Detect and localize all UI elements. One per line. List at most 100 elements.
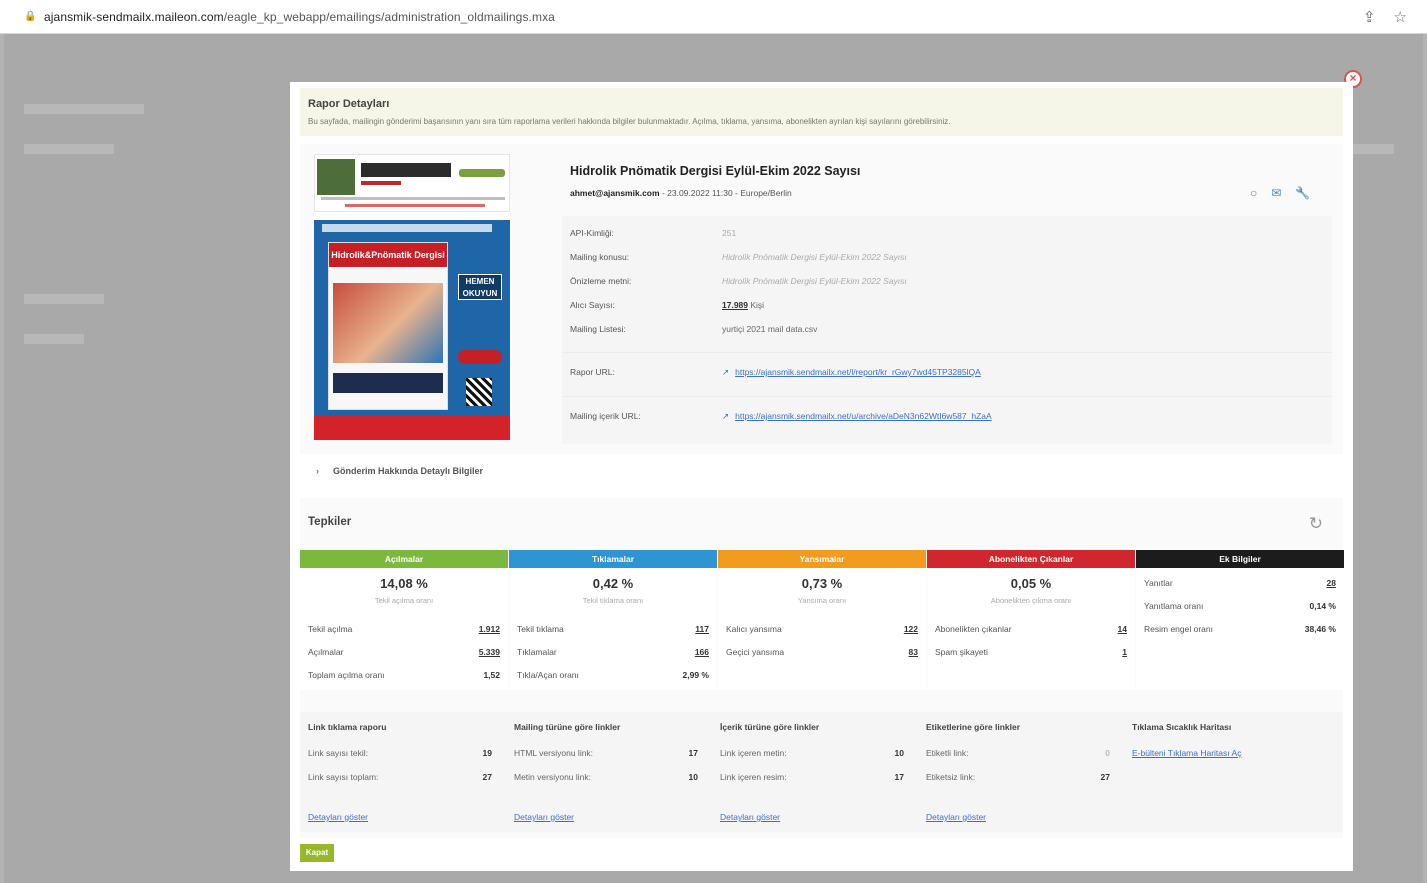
wrench-icon[interactable]: 🔧 (1295, 186, 1310, 200)
stat-row: Tekil açılma 1.912 (308, 624, 500, 634)
show-details-link[interactable]: Detayları göster (308, 812, 368, 822)
clicks-column: Tıklamalar 0,42 % Tekil tıklama oranı Te… (509, 550, 717, 690)
stat-value: 2,99 % (682, 670, 709, 680)
ghost-row (24, 334, 84, 344)
stat-value-link[interactable]: 1 (1122, 647, 1127, 657)
ghost-row (24, 104, 144, 114)
stat-label: Tıkla/Açan oranı (517, 670, 579, 680)
stat-label: Toplam açılma oranı (308, 670, 385, 680)
subreport-value: 17 (688, 748, 698, 758)
stat-row: Tekil tıklama 117 (517, 624, 709, 634)
magazine-cover: Hidrolik&Pnömatik Dergisi HEMEN OKUYUN (314, 220, 510, 440)
api-value: 251 (722, 228, 737, 238)
thumbnail-footer (314, 416, 510, 440)
subject-label: Mailing konusu: (570, 252, 630, 262)
report-url-link[interactable]: https://ajansmik.sendmailx.net/l/report/… (735, 367, 981, 377)
list-value: yurtiçi 2021 mail data.csv (722, 324, 818, 334)
show-details-link[interactable]: Detayları göster (514, 812, 574, 822)
stat-row: Resim engel oranı 38,46 % (1144, 624, 1336, 634)
show-details-link[interactable]: Detayları göster (926, 812, 986, 822)
stat-value-link[interactable]: 14 (1118, 624, 1127, 634)
content-url-link[interactable]: https://ajansmik.sendmailx.net/u/archive… (735, 411, 992, 421)
refresh-icon[interactable]: ↻ (1309, 514, 1323, 534)
link-click-report: Link tıklama raporu Link sayısı tekil: 19… (300, 712, 506, 832)
stat-row: Spam şikayeti 1 (935, 647, 1127, 657)
read-now-badge: HEMEN OKUYUN (458, 274, 502, 300)
stat-value-link[interactable]: 83 (909, 647, 918, 657)
subreport-title: Etiketlerine göre linkler (926, 722, 1021, 732)
magazine-title: Hidrolik&Pnömatik Dergisi (329, 243, 447, 267)
reactions-title: Tepkiler (308, 516, 352, 528)
chevron-right-icon: › (316, 466, 319, 476)
subreport-label: Link içeren metin: (720, 748, 787, 758)
detailed-info-toggle[interactable]: › Gönderim Hakkında Detaylı Bilgiler (316, 466, 483, 476)
share-icon[interactable]: ⇪ (1363, 8, 1376, 26)
stat-value: 1,52 (483, 670, 500, 680)
ghost-row (24, 294, 104, 304)
subreport-title: Mailing türüne göre linkler (514, 722, 621, 732)
thumbnail-figure (317, 159, 355, 195)
show-details-link[interactable]: Detayları göster (720, 812, 780, 822)
stat-value-link[interactable]: 122 (904, 624, 918, 634)
bounces-header: Yansımalar (718, 550, 926, 568)
thumbnail-line (361, 163, 451, 177)
stat-value-link[interactable]: 117 (695, 624, 709, 634)
envelope-icon[interactable]: ✉ (1271, 186, 1281, 200)
click-heatmap-box: Tıklama Sıcaklık Haritası E-bülteni Tıkl… (1124, 712, 1343, 832)
subreport-value: 19 (482, 748, 492, 758)
stat-label: Abonelikten çıkanlar (935, 624, 1012, 634)
recipients-label: Alıcı Sayısı: (570, 300, 615, 310)
subreport-title: İçerik türüne göre linkler (720, 722, 820, 732)
links-by-mailing-type: Mailing türüne göre linkler HTML versiyo… (506, 712, 712, 832)
api-label: API-Kimliği: (570, 228, 614, 238)
url-path: /eagle_kp_webapp/emailings/administratio… (223, 9, 555, 24)
subreport-label: Link sayısı toplam: (308, 772, 379, 782)
stat-label: Resim engel oranı (1144, 624, 1213, 634)
subreport-value: 27 (1100, 772, 1110, 782)
cover-header (322, 224, 492, 232)
stat-value-link[interactable]: 1.912 (479, 624, 500, 634)
clicks-rate-label: Tekil tıklama oranı (582, 596, 644, 605)
intro-text: Bu sayfada, mailingin gönderimi başarısı… (308, 117, 951, 126)
subreport-row: Link sayısı toplam: 27 (308, 772, 492, 782)
cover-badge (458, 350, 502, 364)
opens-column: Açılmalar 14,08 % Tekil açılma oranı Tek… (300, 550, 508, 690)
page-title: Rapor Detayları (308, 98, 390, 110)
mailing-properties: API-Kimliği: 251 Mailing konusu: Hidroli… (562, 216, 1332, 444)
unsubscribes-rate-label: Abonelikten çıkma oranı (990, 596, 1072, 605)
subreport-label: Metin versiyonu link: (514, 772, 592, 782)
url-field[interactable]: ajansmik-sendmailx.maileon.com/eagle_kp_… (44, 10, 555, 24)
lock-icon: 🔒 (24, 10, 37, 22)
subreport-label: Link içeren resim: (720, 772, 787, 782)
recipients-unit: Kişi (750, 300, 765, 310)
info-circle-icon[interactable]: ○ (1250, 186, 1257, 200)
thumbnail-line (345, 204, 485, 207)
stat-label: Yanıtlama oranı (1144, 601, 1204, 611)
opens-header: Açılmalar (300, 550, 508, 568)
reactions-panel: Tepkiler ↻ Açılmalar 14,08 % Tekil açılm… (300, 498, 1344, 838)
report-url-label: Rapor URL: (570, 367, 615, 377)
stat-row: Açılmalar 5.339 (308, 647, 500, 657)
subreport-label: Etiketli link: (926, 748, 969, 758)
thumbnail-header (314, 154, 510, 212)
subreport-label: Link sayısı tekil: (308, 748, 368, 758)
subreport-value: 0 (1105, 748, 1110, 758)
stat-value-link[interactable]: 28 (1327, 578, 1336, 588)
stat-label: Yanıtlar (1144, 578, 1173, 588)
opens-rate: 14,08 % (380, 576, 428, 591)
magazine-image (333, 283, 443, 363)
subreport-value: 10 (894, 748, 904, 758)
stat-label: Tekil tıklama (517, 624, 564, 634)
recipients-count-link[interactable]: 17.989 (722, 300, 748, 310)
bookmark-star-icon[interactable]: ☆ (1394, 8, 1407, 26)
subreport-title: Tıklama Sıcaklık Haritası (1132, 722, 1232, 732)
stat-row: Tıkla/Açan oranı 2,99 % (517, 670, 709, 680)
extra-info-column: Ek Bilgiler Yanıtlar 28 Yanıtlama oranı 0,… (1136, 550, 1344, 690)
thumbnail-line (321, 197, 505, 200)
open-heatmap-link[interactable]: E-bülteni Tıklama Haritası Aç (1132, 748, 1241, 758)
stat-value-link[interactable]: 5.339 (479, 647, 500, 657)
mailing-preview-thumbnail[interactable]: Hidrolik&Pnömatik Dergisi HEMEN OKUYUN (314, 154, 510, 440)
close-button[interactable]: Kapat (300, 844, 334, 862)
stat-value-link[interactable]: 166 (695, 647, 709, 657)
subreport-row: HTML versiyonu link: 17 (514, 748, 698, 758)
